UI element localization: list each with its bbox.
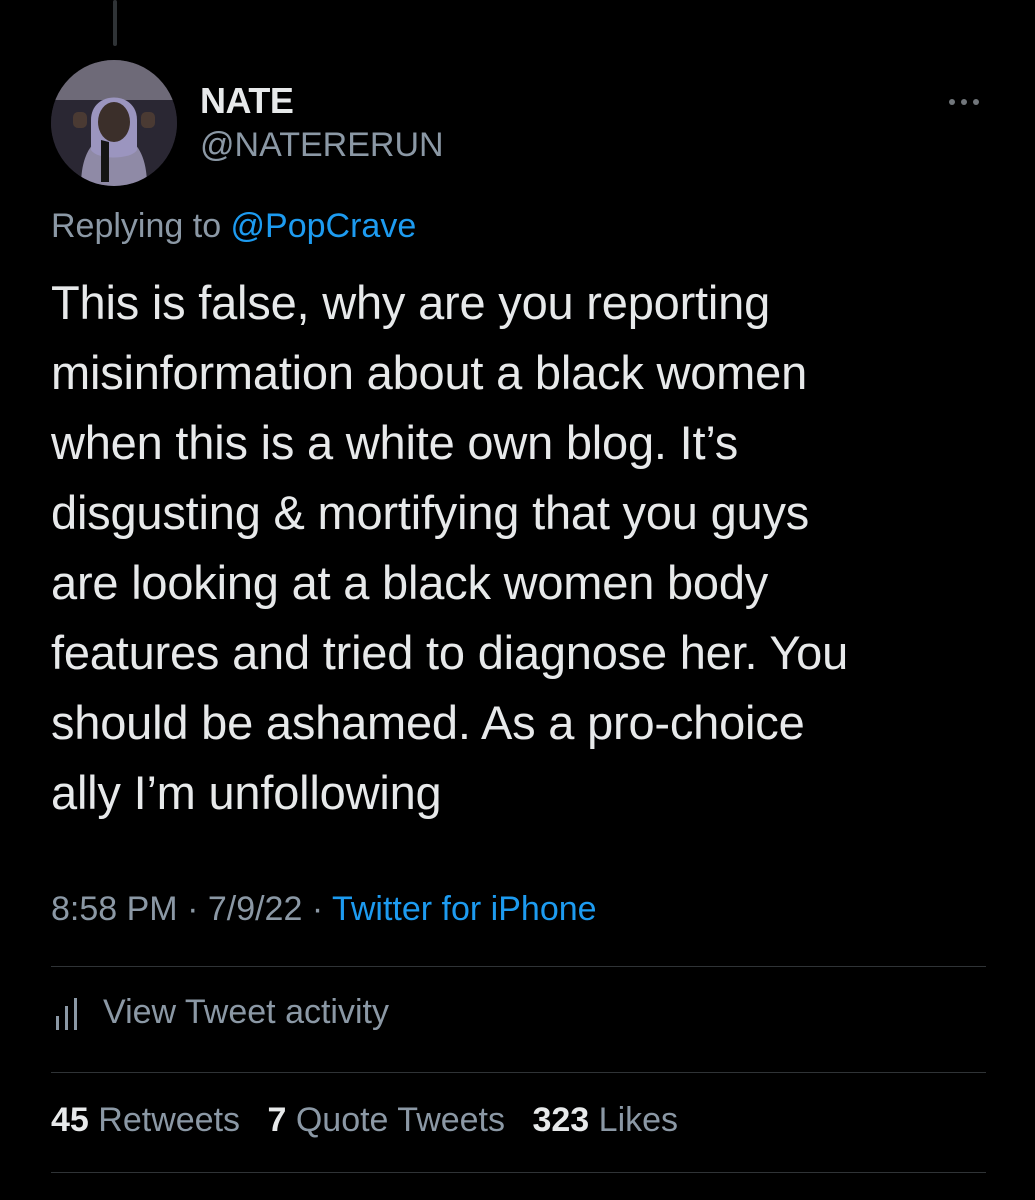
tweet-stats: 45 Retweets 7 Quote Tweets 323 Likes <box>51 1101 696 1140</box>
user-handle[interactable]: @NATERERUN <box>200 126 444 165</box>
user-display-name[interactable]: NATE <box>200 80 294 122</box>
tweet-date[interactable]: 7/9/22 <box>208 890 303 928</box>
thread-connector-line <box>113 0 117 46</box>
more-dot-icon <box>961 99 967 105</box>
quote-tweets-count: 7 <box>267 1101 287 1139</box>
likes-stat[interactable]: 323 Likes <box>532 1101 678 1139</box>
divider <box>51 1072 986 1073</box>
tweet-source-link[interactable]: Twitter for iPhone <box>332 890 597 928</box>
more-options-button[interactable] <box>938 82 990 122</box>
replying-to-link[interactable]: @PopCrave <box>231 207 417 245</box>
meta-separator: · <box>302 890 332 928</box>
retweets-stat[interactable]: 45 Retweets <box>51 1101 240 1139</box>
retweets-label: Retweets <box>98 1101 241 1139</box>
quote-tweets-label: Quote Tweets <box>295 1101 506 1139</box>
divider <box>51 966 986 967</box>
likes-label: Likes <box>598 1101 679 1139</box>
quote-tweets-stat[interactable]: 7 Quote Tweets <box>267 1101 505 1139</box>
view-tweet-activity-button[interactable]: View Tweet activity <box>51 993 389 1032</box>
tweet-meta: 8:58 PM · 7/9/22 · Twitter for iPhone <box>51 890 597 929</box>
avatar[interactable] <box>51 60 177 186</box>
tweet-text: This is false, why are you reporting mis… <box>51 276 849 819</box>
avatar-image <box>51 60 177 186</box>
meta-separator: · <box>177 890 208 928</box>
replying-to-line: Replying to @PopCrave <box>51 207 416 246</box>
divider <box>51 1172 986 1173</box>
more-dot-icon <box>973 99 979 105</box>
tweet-time[interactable]: 8:58 PM <box>51 890 178 928</box>
likes-count: 323 <box>532 1101 590 1139</box>
view-tweet-activity-label: View Tweet activity <box>103 993 389 1031</box>
retweets-count: 45 <box>51 1101 89 1139</box>
bar-chart-icon <box>56 997 77 1030</box>
more-dot-icon <box>949 99 955 105</box>
replying-to-label: Replying to <box>51 207 231 245</box>
